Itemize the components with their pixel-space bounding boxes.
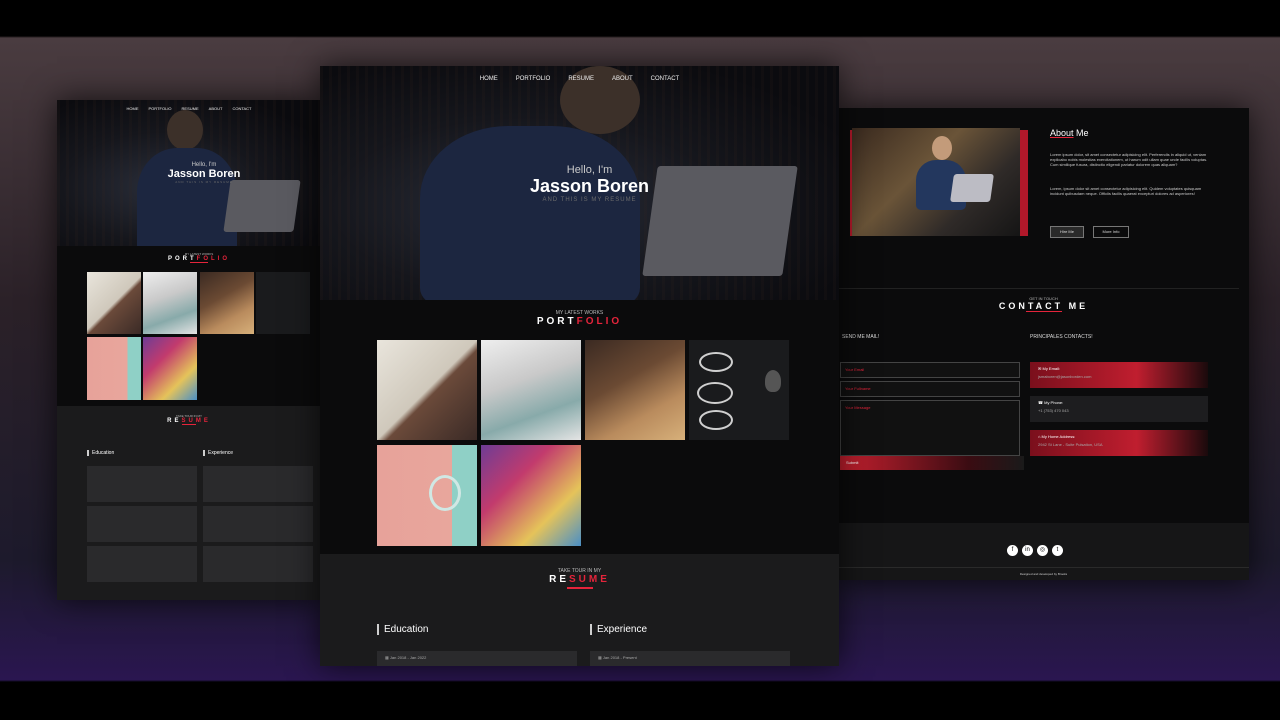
email-info: ✉ My Email: jsmaboren@jasonborden.com xyxy=(1030,362,1208,388)
nav-about[interactable]: ABOUT xyxy=(612,76,633,82)
nav-resume[interactable]: RESUME xyxy=(182,106,199,111)
resume-card xyxy=(87,466,197,502)
resume-title: RESUME xyxy=(549,574,610,585)
facebook-icon[interactable]: f xyxy=(1007,545,1018,556)
email-icon: ✉ xyxy=(1038,366,1042,371)
lightbulb-icon xyxy=(765,370,781,392)
message-textarea[interactable]: Your Message xyxy=(840,400,1020,456)
nav-resume[interactable]: RESUME xyxy=(568,76,594,82)
home-icon: ⌂ xyxy=(1038,434,1041,439)
portfolio-item[interactable] xyxy=(481,445,581,546)
portfolio-title: PORTFOLIO xyxy=(536,316,623,327)
resume-title: RESUME xyxy=(167,418,211,424)
nav-portfolio[interactable]: PORTFOLIO xyxy=(149,106,172,111)
footer-credit: Designed and developed by Brooks xyxy=(1019,572,1068,576)
instagram-icon[interactable]: ◎ xyxy=(1037,545,1048,556)
portfolio-item[interactable] xyxy=(143,337,197,400)
left-nav: HOME PORTFOLIO RESUME ABOUT CONTACT xyxy=(57,106,321,111)
portfolio-title: PORTFOLIO xyxy=(167,256,230,262)
resume-card: ▦ Jan 2018 - Present xyxy=(590,651,790,666)
footer: f in ◎ t Designed and developed by Brook… xyxy=(838,523,1249,580)
experience-date: ▦ Jan 2018 - Present xyxy=(598,655,637,660)
nav-home[interactable]: HOME xyxy=(127,106,139,111)
phone-info: ☎ My Phone: +1 (753) 470 043 xyxy=(1030,396,1208,422)
resume-card xyxy=(203,506,313,542)
center-hero: HOME PORTFOLIO RESUME ABOUT CONTACT Hell… xyxy=(320,66,839,300)
fullname-input[interactable]: Your Fullname xyxy=(840,381,1020,397)
resume-card: ▦ Jan 2018 - Jan 2022 xyxy=(377,651,577,666)
nav-home[interactable]: HOME xyxy=(480,76,498,82)
linkedin-icon[interactable]: in xyxy=(1022,545,1033,556)
address-info: ⌂ My Home Address: 2942 St Lane - Suite … xyxy=(1030,430,1208,456)
hero-name: Jasson Boren xyxy=(167,168,241,180)
about-paragraph-2: Lorem, ipsum dolor sit amet consectetur … xyxy=(1050,186,1202,196)
phone-icon: ☎ xyxy=(1038,400,1043,405)
hero-greeting: Hello, I'm xyxy=(566,164,613,176)
portfolio-item[interactable] xyxy=(256,272,310,334)
education-date: ▦ Jan 2018 - Jan 2022 xyxy=(385,655,427,660)
portfolio-item[interactable] xyxy=(585,340,685,440)
contact-title: CONTACT ME xyxy=(998,301,1089,311)
about-heading: About Me xyxy=(1050,128,1089,138)
portfolio-item[interactable] xyxy=(689,340,789,440)
experience-title: Experience xyxy=(203,450,233,456)
calendar-icon: ▦ xyxy=(598,655,602,660)
portfolio-item[interactable] xyxy=(200,272,254,334)
headphones-icon xyxy=(429,475,461,511)
hero-tagline: AND THIS IS MY RESUME xyxy=(175,180,233,184)
portfolio-item[interactable] xyxy=(481,340,581,440)
send-mail-title: SEND ME MAIL! xyxy=(842,334,880,340)
about-paragraph-1: Lorem ipsum dolor, sit amet consectetur … xyxy=(1050,152,1208,167)
nav-portfolio[interactable]: PORTFOLIO xyxy=(516,76,551,82)
resume-card xyxy=(87,546,197,582)
portfolio-item[interactable] xyxy=(377,340,477,440)
experience-title: Experience xyxy=(590,624,647,635)
nav-about[interactable]: ABOUT xyxy=(209,106,223,111)
education-title: Education xyxy=(377,624,428,635)
twitter-icon[interactable]: t xyxy=(1052,545,1063,556)
education-title: Education xyxy=(87,450,114,456)
left-page-preview: HOME PORTFOLIO RESUME ABOUT CONTACT Hell… xyxy=(57,100,321,600)
principal-contacts-title: PRINCIPALES CONTACTS! xyxy=(1030,334,1093,340)
about-photo xyxy=(852,128,1020,236)
portfolio-item[interactable] xyxy=(143,272,197,334)
resume-card xyxy=(87,506,197,542)
portfolio-item[interactable] xyxy=(87,337,141,400)
resume-card xyxy=(203,466,313,502)
email-input[interactable]: Your Email xyxy=(840,362,1020,378)
center-page-preview: HOME PORTFOLIO RESUME ABOUT CONTACT Hell… xyxy=(320,66,839,666)
hero-tagline: AND THIS IS MY RESUME xyxy=(542,197,637,203)
center-resume-section: TAKE TOUR IN MY RESUME Education Experie… xyxy=(320,554,839,666)
nav-contact[interactable]: CONTACT xyxy=(651,76,680,82)
left-resume-section: TAKE TOUR IN MY RESUME Education Experie… xyxy=(57,406,321,600)
more-info-button[interactable]: More Info xyxy=(1093,226,1129,238)
left-hero: HOME PORTFOLIO RESUME ABOUT CONTACT Hell… xyxy=(57,100,321,246)
portfolio-item[interactable] xyxy=(87,272,141,334)
center-nav: HOME PORTFOLIO RESUME ABOUT CONTACT xyxy=(320,76,839,82)
resume-card xyxy=(203,546,313,582)
calendar-icon: ▦ xyxy=(385,655,389,660)
hero-name: Jasson Boren xyxy=(529,176,650,196)
right-page-preview: About Me Lorem ipsum dolor, sit amet con… xyxy=(838,108,1249,580)
portfolio-item[interactable] xyxy=(377,445,477,546)
submit-button[interactable]: Submit xyxy=(840,456,1024,470)
hire-me-button[interactable]: Hire Me xyxy=(1050,226,1084,238)
nav-contact[interactable]: CONTACT xyxy=(232,106,251,111)
